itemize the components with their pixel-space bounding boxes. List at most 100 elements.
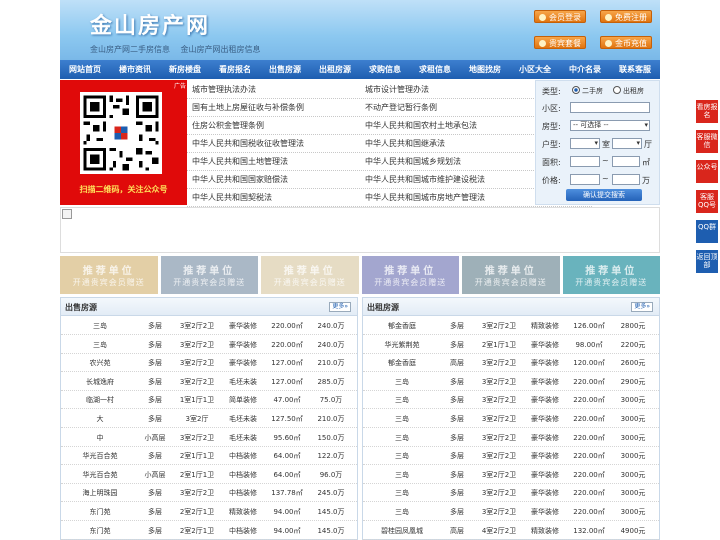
subtitle-sale-link[interactable]: 金山房产网二手房信息: [90, 45, 170, 54]
table-row[interactable]: 中小高层 3室2厅2卫 毛坯未装 95.60㎡ 150.0万: [61, 428, 357, 447]
nav-home[interactable]: 网站首页: [60, 60, 110, 79]
table-row[interactable]: 东门苑 多层 2室2厅1卫 中档装修 94.00㎡ 145.0万: [61, 521, 357, 540]
nav-contact[interactable]: 联系客服: [610, 60, 660, 79]
table-row[interactable]: 大 多层 3室2厅 毛坯未装 127.50㎡ 210.0万: [61, 409, 357, 428]
table-row[interactable]: 三岛 多层 3室2厅2卫 豪华装修 220.00㎡ 240.0万: [61, 335, 357, 354]
table-row[interactable]: 长城逸府 多层 3室2厅2卫 毛坯未装 127.00㎡ 285.0万: [61, 372, 357, 391]
nav-for-sale[interactable]: 出售房源: [260, 60, 310, 79]
policy-link[interactable]: 住房公积金管理条例: [192, 120, 264, 131]
listing-name[interactable]: 三岛: [363, 433, 441, 443]
community-input[interactable]: [570, 102, 650, 113]
nav-for-rent[interactable]: 出租房源: [310, 60, 360, 79]
coin-recharge-button[interactable]: 金币充值: [600, 36, 652, 49]
policy-link[interactable]: 国有土地上房屋征收与补偿条例: [192, 102, 304, 113]
subtitle-rent-link[interactable]: 金山房产网出租房信息: [181, 45, 261, 54]
table-row[interactable]: 三岛 多层 3室2厅2卫 豪华装修 220.00㎡ 240.0万: [61, 316, 357, 335]
room-select[interactable]: [570, 138, 600, 149]
side-official-account[interactable]: 公众号: [696, 160, 718, 183]
nav-new-homes[interactable]: 新房楼盘: [160, 60, 210, 79]
listing-name[interactable]: 三岛: [363, 488, 441, 498]
policy-link[interactable]: 中华人民共和国城市维护建设税法: [365, 174, 485, 185]
listing-name[interactable]: 中: [61, 433, 139, 443]
listing-name[interactable]: 碧桂园凤凰城: [363, 526, 441, 536]
vip-package-button[interactable]: 贵宾套餐: [534, 36, 586, 49]
policy-link[interactable]: 中华人民共和国城市房地产管理法: [365, 192, 485, 203]
table-row[interactable]: 三岛 多层 3室2厅2卫 豪华装修 220.00㎡ 3000元: [363, 446, 659, 466]
hall-select[interactable]: [612, 138, 642, 149]
table-row[interactable]: 华光紫荆苑 多层 2室1厅1卫 豪华装修 98.00㎡ 2200元: [363, 335, 659, 354]
recommend-unit[interactable]: 推荐单位 开通贵宾会员赠送: [361, 256, 459, 294]
listing-name[interactable]: 华光紫荆苑: [363, 340, 441, 350]
listing-name[interactable]: 三岛: [61, 340, 139, 350]
nav-news[interactable]: 楼市资讯: [110, 60, 160, 79]
table-row[interactable]: 华光百合苑 多层 2室1厅1卫 中档装修 64.00㎡ 122.0万: [61, 446, 357, 466]
radio-sale[interactable]: 二手房: [572, 86, 603, 96]
listing-name[interactable]: 三岛: [363, 470, 441, 480]
table-row[interactable]: 临湖一村 多层 1室1厅1卫 简单装修 47.00㎡ 75.0万: [61, 390, 357, 410]
listing-name[interactable]: 海上明珠园: [61, 488, 139, 498]
policy-link[interactable]: 中华人民共和国税收征收管理法: [192, 138, 304, 149]
policy-link[interactable]: 城市设计管理办法: [365, 84, 429, 95]
side-viewing-signup[interactable]: 看房报名: [696, 100, 718, 123]
listing-name[interactable]: 三岛: [363, 414, 441, 424]
policy-link[interactable]: 中华人民共和国国家赔偿法: [192, 174, 288, 185]
policy-link[interactable]: 不动产登记暂行条例: [365, 102, 437, 113]
side-back-to-top[interactable]: 返回顶部: [696, 250, 718, 273]
table-row[interactable]: 郁金香庭 高层 3室2厅2卫 豪华装修 120.00㎡ 2600元: [363, 353, 659, 373]
recommend-unit[interactable]: 推荐单位 开通贵宾会员赠送: [261, 256, 359, 294]
more-button[interactable]: 更多»: [631, 302, 653, 312]
table-row[interactable]: 碧桂园凤凰城 高层 4室2厅2卫 精致装修 132.00㎡ 4900元: [363, 521, 659, 540]
policy-link[interactable]: 中华人民共和国城乡规划法: [365, 156, 461, 167]
qr-ad-box[interactable]: 广告 扫描二维码，关注公众号: [60, 80, 187, 205]
policy-link[interactable]: 中华人民共和国土地管理法: [192, 156, 288, 167]
listing-name[interactable]: 郁金香庭: [363, 321, 441, 331]
nav-agents[interactable]: 中介名录: [560, 60, 610, 79]
site-logo[interactable]: 金山房产网: [90, 8, 210, 40]
listing-name[interactable]: 农兴苑: [61, 358, 139, 368]
table-row[interactable]: 三岛 多层 3室2厅2卫 豪华装修 220.00㎡ 3000元: [363, 465, 659, 484]
listing-name[interactable]: 三岛: [61, 321, 139, 331]
table-row[interactable]: 农兴苑 多层 3室2厅2卫 豪华装修 127.00㎡ 210.0万: [61, 353, 357, 373]
free-register-button[interactable]: 免费注册: [600, 10, 652, 23]
nav-communities[interactable]: 小区大全: [510, 60, 560, 79]
table-row[interactable]: 郁金香庭 多层 3室2厅2卫 精致装修 126.00㎡ 2800元: [363, 316, 659, 335]
member-login-button[interactable]: 会员登录: [534, 10, 586, 23]
table-row[interactable]: 三岛 多层 3室2厅2卫 豪华装修 220.00㎡ 3000元: [363, 390, 659, 410]
side-wechat-service[interactable]: 客服微信: [696, 130, 718, 153]
listing-name[interactable]: 长城逸府: [61, 377, 139, 387]
nav-map-search[interactable]: 地图找房: [460, 60, 510, 79]
side-qq-service[interactable]: 客服QQ号: [696, 190, 718, 213]
recommend-unit[interactable]: 推荐单位 开通贵宾会员赠送: [160, 256, 258, 294]
table-row[interactable]: 海上明珠园 多层 3室2厅2卫 中档装修 137.78㎡ 245.0万: [61, 483, 357, 503]
recommend-unit[interactable]: 推荐单位 开通贵宾会员赠送: [60, 256, 158, 294]
nav-want-buy[interactable]: 求购信息: [360, 60, 410, 79]
listing-name[interactable]: 三岛: [363, 395, 441, 405]
listing-name[interactable]: 临湖一村: [61, 395, 139, 405]
price-max-input[interactable]: [612, 174, 640, 185]
recommend-unit[interactable]: 推荐单位 开通贵宾会员赠送: [562, 256, 660, 294]
radio-rent[interactable]: 出租房: [613, 86, 644, 96]
table-row[interactable]: 华光百合苑 小高层 2室1厅1卫 中档装修 64.00㎡ 96.0万: [61, 465, 357, 484]
policy-link[interactable]: 中华人民共和国农村土地承包法: [365, 120, 477, 131]
size-max-input[interactable]: [612, 156, 640, 167]
size-min-input[interactable]: [570, 156, 600, 167]
listing-name[interactable]: 华光百合苑: [61, 451, 139, 461]
table-row[interactable]: 三岛 多层 3室2厅2卫 豪华装修 220.00㎡ 3000元: [363, 428, 659, 447]
policy-link[interactable]: 中华人民共和国契税法: [192, 192, 272, 203]
listing-name[interactable]: 大: [61, 414, 139, 424]
search-submit-button[interactable]: 确认提交搜索: [566, 189, 642, 201]
table-row[interactable]: 三岛 多层 3室2厅2卫 豪华装修 220.00㎡ 3000元: [363, 409, 659, 428]
listing-name[interactable]: 华光百合苑: [61, 470, 139, 480]
recommend-unit[interactable]: 推荐单位 开通贵宾会员赠送: [462, 256, 560, 294]
listing-name[interactable]: 东门苑: [61, 507, 139, 517]
table-row[interactable]: 三岛 多层 3室2厅2卫 豪华装修 220.00㎡ 3000元: [363, 483, 659, 503]
side-qq-group[interactable]: QQ群: [696, 220, 718, 243]
policy-link[interactable]: 中华人民共和国继承法: [365, 138, 445, 149]
price-min-input[interactable]: [570, 174, 600, 185]
more-button[interactable]: 更多»: [329, 302, 351, 312]
listing-name[interactable]: 三岛: [363, 377, 441, 387]
listing-name[interactable]: 郁金香庭: [363, 358, 441, 368]
nav-viewing-signup[interactable]: 看房报名: [210, 60, 260, 79]
table-row[interactable]: 三岛 多层 3室2厅2卫 豪华装修 220.00㎡ 3000元: [363, 502, 659, 521]
listing-name[interactable]: 东门苑: [61, 526, 139, 536]
